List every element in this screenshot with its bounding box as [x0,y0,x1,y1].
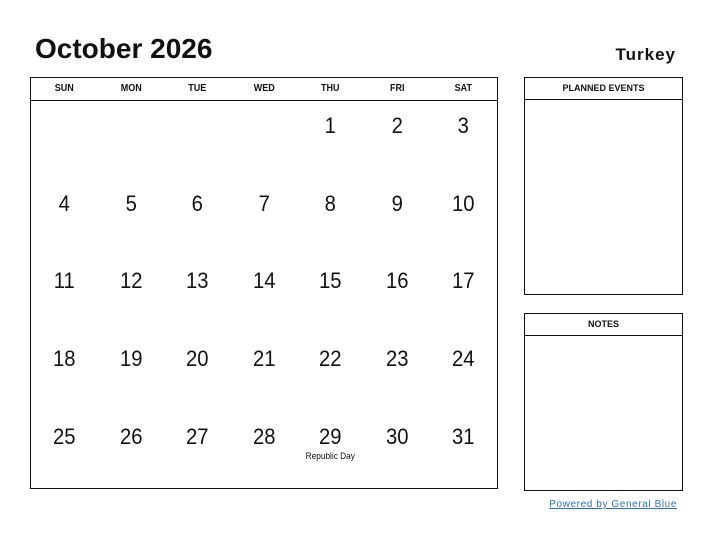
day-number: 25 [53,424,76,449]
day-cell: 10 [430,179,497,256]
country-label: Turkey [615,45,676,64]
calendar-title: October 2026 [35,33,213,64]
day-number: 24 [452,346,475,371]
day-number: 20 [186,346,209,371]
day-cell [164,101,231,179]
day-number: 7 [258,191,270,216]
day-number: 18 [53,346,76,371]
day-cell: 17 [430,256,497,334]
planned-events-heading: PLANNED EVENTS [525,78,682,100]
day-number: 1 [324,113,337,138]
day-number: 3 [458,113,470,138]
day-cell [31,101,98,179]
day-cell: 25 [31,412,98,489]
day-cell: 22 [297,334,364,412]
day-number: 4 [58,191,70,216]
day-number: 22 [319,346,342,371]
day-number: 12 [119,268,143,293]
day-cell: 20 [164,334,231,412]
day-number: 2 [391,113,403,138]
day-cell: 3 [430,101,497,179]
day-cell: 23 [364,334,431,412]
day-number: 9 [391,191,403,216]
weekday-tue: TUE [188,83,207,94]
day-number: 16 [385,268,409,293]
notes-heading: NOTES [525,314,682,336]
day-number: 11 [53,268,75,293]
day-number: 15 [319,268,342,293]
day-number: 10 [452,191,475,216]
weekday-sat: SAT [455,83,473,94]
day-number: 19 [119,346,143,371]
day-number: 30 [385,424,409,449]
day-number: 17 [452,268,475,293]
weekday-thu: THU [321,83,340,94]
day-number [34,101,95,114]
day-cell: 27 [164,412,231,489]
weekday-sun: SUN [54,83,74,94]
calendar-grid: SUN MON TUE WED THU FRI SAT 1 2 3 4 5 6 7 8 9 10 1… [30,77,498,489]
weekday-mon: MON [120,83,142,94]
day-cell: 5 [98,179,165,256]
calendar-days: 1 2 3 4 5 6 7 8 9 10 11 12 13 14 15 16 17 18 19 20 21 22 23 24 2… [31,101,497,489]
day-number: 13 [186,268,209,293]
day-cell: 16 [364,256,431,334]
day-number: 23 [385,346,409,371]
day-number [233,101,294,114]
day-cell: 1 [297,101,364,179]
weekday-fri: FRI [389,83,405,94]
day-cell: 31 [430,412,497,489]
day-cell: 11 [31,256,98,334]
day-number [100,101,161,114]
day-cell: 2 [364,101,431,179]
day-number: 8 [324,191,337,216]
day-number: 6 [191,191,204,216]
day-cell: 21 [231,334,298,412]
day-number: 14 [252,268,276,293]
day-cell: 7 [231,179,298,256]
day-cell: 14 [231,256,298,334]
day-cell: 8 [297,179,364,256]
day-number: 27 [186,424,209,449]
day-cell: 28 [231,412,298,489]
day-number [167,101,228,114]
day-cell: 24 [430,334,497,412]
day-cell: 19 [98,334,165,412]
day-number: 31 [452,424,475,449]
day-cell: 26 [98,412,165,489]
day-cell: 18 [31,334,98,412]
day-cell: 9 [364,179,431,256]
day-cell [98,101,165,179]
day-cell: 30 [364,412,431,489]
weekday-header: SUN MON TUE WED THU FRI SAT [31,78,497,101]
day-number: 26 [119,424,143,449]
day-number: 29 [319,424,342,449]
day-number: 21 [252,346,276,371]
day-cell: 15 [297,256,364,334]
day-cell: 4 [31,179,98,256]
weekday-wed: WED [253,83,275,94]
day-cell [231,101,298,179]
day-cell: 29 Republic Day [297,412,364,489]
day-number: 28 [252,424,276,449]
notes-panel: NOTES [524,313,683,491]
day-cell: 12 [98,256,165,334]
holiday-label: Republic Day [305,451,356,461]
day-cell: 13 [164,256,231,334]
planned-events-panel: PLANNED EVENTS [524,77,683,295]
powered-by-link[interactable]: Powered by General Blue [549,499,677,510]
day-cell: 6 [164,179,231,256]
day-number: 5 [125,191,137,216]
